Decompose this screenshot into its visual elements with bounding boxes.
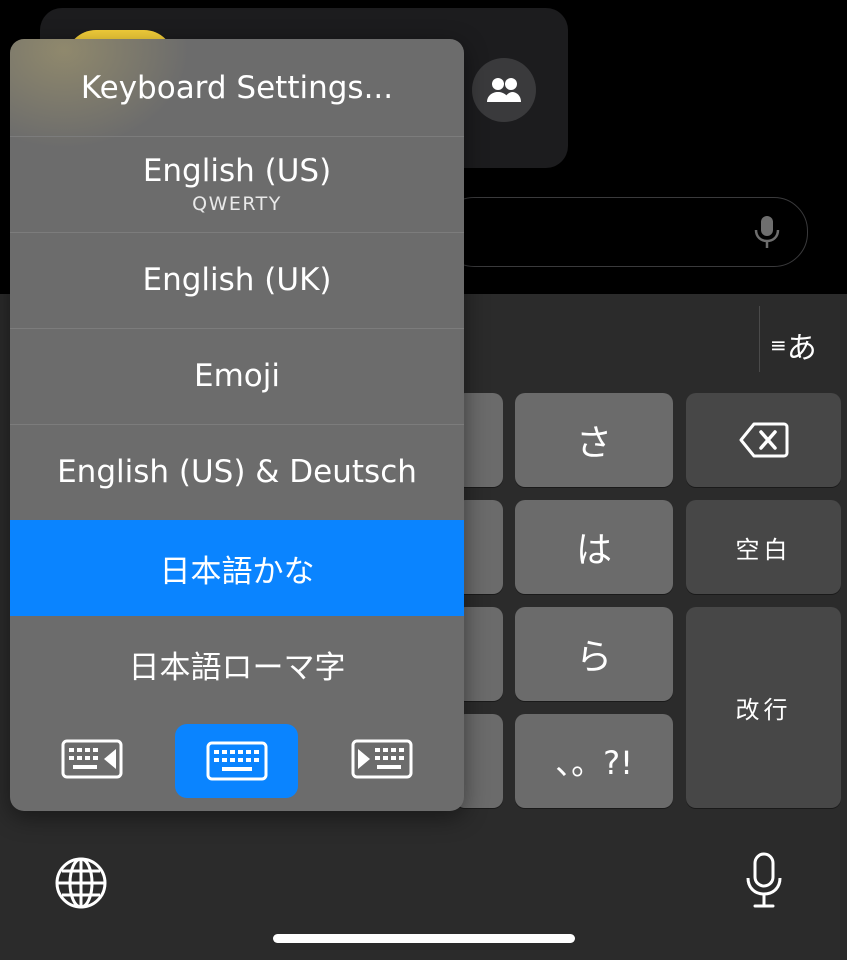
menu-item-keyboard-settings[interactable]: Keyboard Settings... — [10, 39, 464, 137]
key-ha-label: は — [575, 530, 612, 571]
menu-item-sublabel: QWERTY — [192, 193, 282, 215]
menu-item-label: Emoji — [194, 358, 280, 394]
people-icon — [487, 78, 521, 102]
space-key[interactable]: 空白 — [686, 500, 841, 594]
keyboard-left-button[interactable] — [52, 729, 132, 789]
key-punctuation-label: 、。?! — [555, 744, 633, 782]
return-key[interactable]: 改行 — [686, 607, 841, 808]
home-indicator[interactable] — [273, 934, 575, 943]
globe-icon[interactable] — [54, 856, 108, 910]
menu-item-label: English (US) & Deutsch — [57, 454, 417, 490]
menu-item-emoji[interactable]: Emoji — [10, 328, 464, 425]
space-key-label: 空白 — [735, 535, 792, 564]
menu-item-label: English (UK) — [142, 262, 332, 298]
menu-item-label: Keyboard Settings... — [80, 69, 394, 106]
keyboard-full-icon — [206, 741, 267, 781]
keyboard-right-icon — [351, 739, 413, 779]
keyboard-switcher-menu: Keyboard Settings... English (US) QWERTY… — [10, 39, 464, 811]
menu-item-japanese-kana[interactable]: 日本語かな — [10, 520, 464, 616]
keyboard-full-button[interactable] — [175, 724, 298, 798]
delete-icon — [739, 422, 788, 458]
key-sa[interactable]: さ — [515, 393, 673, 487]
mode-switch-label: あ — [786, 331, 817, 366]
group-contacts-button[interactable] — [472, 58, 536, 122]
toolbar-divider — [759, 306, 760, 372]
menu-item-label: 日本語かな — [159, 553, 315, 590]
key-ha[interactable]: は — [515, 500, 673, 594]
microphone-icon[interactable] — [744, 852, 784, 910]
mode-lines-icon: ≡ — [770, 333, 787, 357]
menu-item-label: English (US) — [142, 153, 332, 189]
menu-item-english-uk[interactable]: English (UK) — [10, 232, 464, 329]
menu-item-label: 日本語ローマ字 — [128, 649, 346, 686]
return-key-label: 改行 — [735, 696, 792, 724]
dictation-mic-icon[interactable] — [752, 214, 782, 250]
menu-item-japanese-romaji[interactable]: 日本語ローマ字 — [10, 616, 464, 712]
delete-key[interactable] — [686, 393, 841, 487]
key-ra[interactable]: ら — [515, 607, 673, 701]
keyboard-right-button[interactable] — [342, 729, 422, 789]
menu-item-english-us[interactable]: English (US) QWERTY — [10, 136, 464, 233]
input-mode-switch-button[interactable]: ≡ あ — [770, 322, 840, 368]
key-ra-label: ら — [575, 637, 612, 678]
key-punctuation[interactable]: 、。?! — [515, 714, 673, 808]
keyboard-left-icon — [61, 739, 123, 779]
menu-item-english-deutsch[interactable]: English (US) & Deutsch — [10, 424, 464, 521]
key-sa-label: さ — [575, 423, 612, 464]
